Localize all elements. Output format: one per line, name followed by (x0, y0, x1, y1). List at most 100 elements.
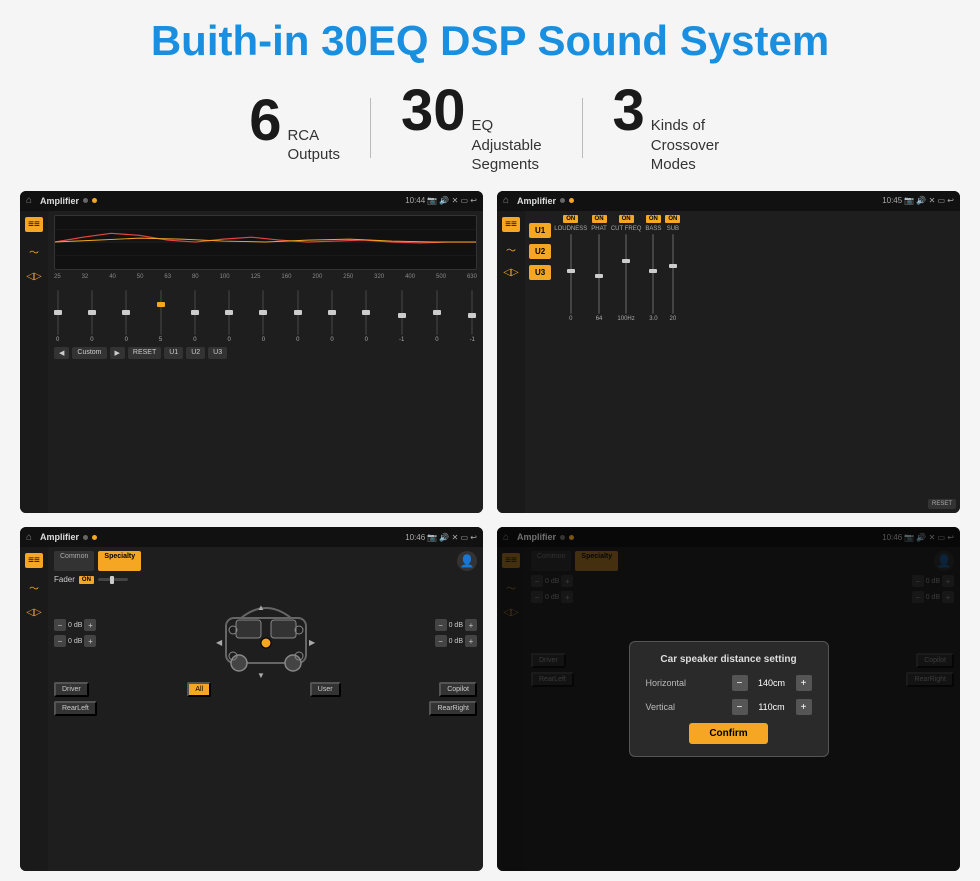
eq-thumb-10 (362, 310, 370, 315)
freq-250: 250 (343, 274, 353, 280)
fader-home-icon: ⌂ (26, 532, 32, 543)
eq-chart (54, 215, 477, 270)
btn-driver[interactable]: Driver (54, 682, 89, 697)
eq-slider-track-12[interactable] (436, 290, 438, 335)
dialog-vertical-row: Vertical − 110cm + (646, 699, 812, 715)
eq-slider-track-9[interactable] (331, 290, 333, 335)
eq-slider-9: 0 (330, 290, 333, 343)
eq-back-btn[interactable]: ◀ (54, 347, 69, 359)
cross-u2-btn[interactable]: U2 (529, 244, 551, 259)
svg-text:▼: ▼ (257, 671, 265, 678)
horizontal-minus-btn[interactable]: − (732, 675, 748, 691)
cutfreq-slider[interactable] (625, 234, 627, 314)
eq-sidebar-eq-icon[interactable]: ≡≡ (25, 217, 43, 232)
cross-sidebar-eq-icon[interactable]: ≡≡ (502, 217, 520, 232)
fader-sidebar-wave-icon[interactable]: 〜 (29, 580, 39, 595)
eq-slider-track-13[interactable] (471, 290, 473, 335)
eq-reset-btn[interactable]: RESET (128, 347, 161, 359)
eq-slider-track-5[interactable] (194, 290, 196, 335)
db-plus-rr[interactable]: + (465, 635, 477, 647)
fader-sidebar-eq-icon[interactable]: ≡≡ (25, 553, 43, 568)
screenshots-grid: ⌂ Amplifier 10:44 📷 🔊 ✕ ▭ ↩ ≡≡ 〜 ◁▷ (20, 191, 960, 871)
fader-bottom-buttons: Driver All User Copilot (54, 682, 477, 697)
cutfreq-on-badge[interactable]: ON (619, 215, 634, 223)
eq-slider-7: 0 (262, 290, 265, 343)
eq-status-dot1 (83, 198, 88, 203)
fader-content: Common Specialty 👤 Fader ON (48, 547, 483, 871)
vertical-plus-btn[interactable]: + (796, 699, 812, 715)
eq-play-btn[interactable]: ▶ (110, 347, 125, 359)
eq-slider-track-11[interactable] (401, 290, 403, 335)
sub-on-badge[interactable]: ON (665, 215, 680, 223)
db-plus-rl[interactable]: + (84, 635, 96, 647)
eq-u3-btn[interactable]: U3 (208, 347, 227, 359)
eq-sidebar-wave-icon[interactable]: 〜 (29, 244, 39, 259)
stat-number-eq: 30 (401, 82, 466, 140)
phat-on-badge[interactable]: ON (592, 215, 607, 223)
eq-custom-btn[interactable]: Custom (72, 347, 106, 359)
car-svg: ▲ ▼ ◀ ▶ (211, 588, 321, 678)
confirm-button[interactable]: Confirm (689, 723, 767, 744)
fader-diagram-row: − 0 dB + − 0 dB + (54, 588, 477, 678)
fader-sidebar-vol-icon[interactable]: ◁▷ (26, 607, 41, 618)
freq-63: 63 (164, 274, 171, 280)
vertical-value: 110cm (752, 702, 792, 712)
cross-u3-btn[interactable]: U3 (529, 265, 551, 280)
db-plus-fr[interactable]: + (465, 619, 477, 631)
eq-slider-track-7[interactable] (262, 290, 264, 335)
eq-slider-5: 0 (193, 290, 196, 343)
eq-slider-track-8[interactable] (297, 290, 299, 335)
fader-status-dot2 (92, 535, 97, 540)
freq-400: 400 (405, 274, 415, 280)
eq-slider-track-1[interactable] (57, 290, 59, 335)
stats-row: 6 RCAOutputs 30 EQ AdjustableSegments 3 … (20, 82, 960, 175)
eq-freq-labels: 25 32 40 50 63 80 100 125 160 200 250 32… (54, 274, 477, 280)
eq-slider-track-6[interactable] (228, 290, 230, 335)
db-plus-fl[interactable]: + (84, 619, 96, 631)
screenshot-eq: ⌂ Amplifier 10:44 📷 🔊 ✕ ▭ ↩ ≡≡ 〜 ◁▷ (20, 191, 483, 514)
eq-val-13: -1 (470, 337, 475, 343)
bass-on-badge[interactable]: ON (646, 215, 661, 223)
db-minus-rr[interactable]: − (435, 635, 447, 647)
vertical-minus-btn[interactable]: − (732, 699, 748, 715)
btn-copilot[interactable]: Copilot (439, 682, 477, 697)
db-minus-fl[interactable]: − (54, 619, 66, 631)
phat-slider[interactable] (598, 234, 600, 314)
bass-val: 3.0 (649, 316, 657, 322)
cross-sidebar-vol-icon[interactable]: ◁▷ (503, 267, 518, 278)
tab-specialty[interactable]: Specialty (98, 551, 141, 571)
eq-slider-track-10[interactable] (365, 290, 367, 335)
db-minus-rl[interactable]: − (54, 635, 66, 647)
eq-slider-4: 5 (159, 290, 162, 343)
horizontal-stepper: − 140cm + (732, 675, 812, 691)
btn-all[interactable]: All (187, 682, 211, 697)
btn-rearleft[interactable]: RearLeft (54, 701, 97, 716)
eq-slider-11: -1 (399, 290, 404, 343)
screenshot-crossover: ⌂ Amplifier 10:45 📷 🔊 ✕ ▭ ↩ ≡≡ 〜 ◁▷ (497, 191, 960, 514)
bass-slider[interactable] (652, 234, 654, 314)
cross-reset-btn[interactable]: RESET (928, 499, 956, 509)
eq-slider-track-3[interactable] (125, 290, 127, 335)
eq-val-9: 0 (330, 337, 333, 343)
sub-slider[interactable] (672, 234, 674, 314)
db-minus-fr[interactable]: − (435, 619, 447, 631)
eq-slider-track-4[interactable] (160, 290, 162, 335)
cross-sidebar-wave-icon[interactable]: 〜 (506, 242, 516, 257)
tab-common[interactable]: Common (54, 551, 94, 571)
fader-on-badge[interactable]: ON (79, 576, 94, 584)
eq-val-8: 0 (296, 337, 299, 343)
loudness-slider[interactable] (570, 234, 572, 314)
eq-sidebar-vol-icon[interactable]: ◁▷ (26, 271, 41, 282)
cross-u1-btn[interactable]: U1 (529, 223, 551, 238)
eq-u2-btn[interactable]: U2 (186, 347, 205, 359)
horizontal-plus-btn[interactable]: + (796, 675, 812, 691)
stat-text-crossover: Kinds ofCrossover Modes (651, 116, 731, 175)
btn-rearright[interactable]: RearRight (429, 701, 477, 716)
eq-slider-track-2[interactable] (91, 290, 93, 335)
btn-user[interactable]: User (310, 682, 341, 697)
fader-track[interactable] (98, 578, 128, 581)
loudness-on-badge[interactable]: ON (563, 215, 578, 223)
eq-u1-btn[interactable]: U1 (164, 347, 183, 359)
channel-phat: ON PHAT 64 (591, 215, 607, 510)
fader-main-area: ≡≡ 〜 ◁▷ Common Specialty 👤 Fader ON (20, 547, 483, 871)
